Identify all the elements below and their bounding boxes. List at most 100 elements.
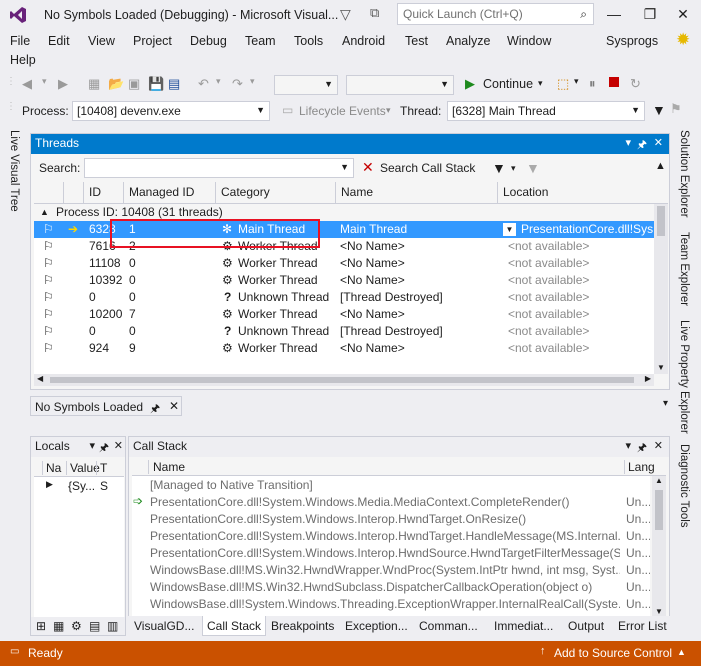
thread-row[interactable]: ⚐ 924 9 ⚙ Worker Thread <No Name> <not a… bbox=[34, 340, 654, 357]
tab-output[interactable]: Output bbox=[564, 616, 608, 636]
add-to-source-control-button[interactable]: Add to Source Control bbox=[554, 646, 672, 660]
memory-tab-icon[interactable]: ▥ bbox=[107, 619, 118, 633]
new-project-icon[interactable]: ▦ bbox=[88, 76, 100, 92]
restart-icon[interactable]: ↻ bbox=[630, 76, 641, 92]
scroll-right-icon[interactable]: ▶ bbox=[645, 374, 651, 383]
column-type[interactable]: T bbox=[96, 461, 107, 475]
source-control-dropdown-icon[interactable]: ▲ bbox=[677, 647, 686, 657]
back-icon[interactable]: ◀ bbox=[22, 76, 32, 92]
configuration-dropdown[interactable]: ▼ bbox=[274, 75, 338, 95]
autos-tab-icon[interactable]: ⊞ bbox=[36, 619, 46, 633]
menu-test[interactable]: Test bbox=[405, 34, 428, 48]
thread-row[interactable]: ⚐ 10200 7 ⚙ Worker Thread <No Name> <not… bbox=[34, 306, 654, 323]
flag-icon[interactable]: ⚐ bbox=[43, 324, 54, 338]
call-stack-row[interactable]: WindowsBase.dll!MS.Win32.HwndSubclass.Di… bbox=[132, 579, 650, 596]
locals-row[interactable]: ▶ {Sy... S bbox=[34, 479, 124, 495]
undo-dropdown-icon[interactable]: ▾ bbox=[216, 76, 221, 87]
tab-visualgdb[interactable]: VisualGD... bbox=[130, 616, 198, 636]
scroll-up-icon[interactable]: ▲ bbox=[655, 476, 663, 485]
filter-icon[interactable]: ▼ bbox=[492, 160, 506, 176]
column-location[interactable]: Location bbox=[498, 182, 654, 204]
thread-row[interactable]: ⚐ 10392 0 ⚙ Worker Thread <No Name> <not… bbox=[34, 272, 654, 289]
team-explorer-tab[interactable]: Team Explorer bbox=[678, 232, 690, 306]
solution-explorer-tab[interactable]: Solution Explorer bbox=[678, 130, 690, 218]
close-icon[interactable]: ✕ bbox=[169, 399, 179, 413]
location-dropdown-icon[interactable]: ▼ bbox=[503, 223, 516, 236]
close-icon[interactable]: ✕ bbox=[654, 136, 663, 149]
debug-target-dropdown-icon[interactable]: ▾ bbox=[574, 76, 579, 87]
minimize-button[interactable]: — bbox=[596, 4, 632, 26]
column-value[interactable]: Value bbox=[66, 461, 100, 475]
menu-view[interactable]: View bbox=[88, 34, 115, 48]
flag-icon[interactable]: ⚐ bbox=[43, 341, 54, 355]
flag-icon[interactable]: ⚑ bbox=[670, 101, 682, 117]
arrow-column[interactable] bbox=[64, 182, 84, 204]
save-disk-icon[interactable]: 💾 bbox=[148, 76, 164, 92]
scrollbar-thumb[interactable] bbox=[655, 490, 663, 530]
window-position-icon[interactable]: ▾ bbox=[89, 439, 95, 452]
tab-overflow-icon[interactable]: ▾ bbox=[663, 398, 668, 409]
column-name[interactable]: Na bbox=[42, 461, 61, 475]
call-stack-row[interactable]: PresentationCore.dll!System.Windows.Inte… bbox=[132, 511, 650, 528]
restore-button[interactable]: ❐ bbox=[632, 4, 668, 26]
call-stack-vertical-scrollbar[interactable]: ▲ ▼ bbox=[652, 476, 666, 616]
locals-tab-icon[interactable]: ▦ bbox=[53, 619, 64, 633]
call-stack-row[interactable]: [Managed to Native Transition] bbox=[132, 477, 650, 494]
continue-icon[interactable]: ▶ bbox=[465, 76, 475, 92]
lifecycle-events-button[interactable]: Lifecycle Events bbox=[299, 104, 386, 118]
filter-icon[interactable]: ▽ bbox=[340, 6, 351, 23]
tab-immediate-window[interactable]: Immediat... bbox=[490, 616, 557, 636]
continue-dropdown-icon[interactable]: ▾ bbox=[538, 78, 543, 89]
platform-dropdown[interactable]: ▼ bbox=[346, 75, 454, 95]
scrollbar-thumb[interactable] bbox=[50, 377, 634, 383]
thread-row[interactable]: ⚐ 0 0 ? Unknown Thread [Thread Destroyed… bbox=[34, 289, 654, 306]
close-button[interactable]: ✕ bbox=[665, 4, 701, 26]
menu-android[interactable]: Android bbox=[342, 34, 385, 48]
flag-icon[interactable]: ⚐ bbox=[43, 222, 54, 236]
window-position-icon[interactable]: ▾ bbox=[625, 439, 631, 452]
column-id[interactable]: ID bbox=[84, 182, 124, 204]
scroll-down-icon[interactable]: ▼ bbox=[657, 363, 665, 372]
column-category[interactable]: Category bbox=[216, 182, 336, 204]
tab-exception-settings[interactable]: Exception... bbox=[341, 616, 412, 636]
threads-vertical-scrollbar[interactable]: ▼ bbox=[654, 204, 668, 374]
close-icon[interactable]: ✕ bbox=[114, 439, 123, 452]
live-visual-tree-tab[interactable]: Live Visual Tree bbox=[2, 130, 28, 234]
pin-icon[interactable]: 🖈 bbox=[637, 439, 647, 458]
menu-tools[interactable]: Tools bbox=[294, 34, 323, 48]
diagnostic-tools-tab[interactable]: Diagnostic Tools bbox=[678, 444, 690, 528]
flag-icon[interactable]: ⚐ bbox=[43, 256, 54, 270]
tab-error-list[interactable]: Error List bbox=[614, 616, 671, 636]
thread-dropdown[interactable]: [6328] Main Thread ▼ bbox=[447, 101, 645, 121]
no-symbols-tab[interactable]: No Symbols Loaded 🖈 ✕ bbox=[30, 396, 182, 416]
call-stack-row[interactable]: ➩ PresentationCore.dll!System.Windows.Me… bbox=[132, 494, 650, 511]
pin-icon[interactable]: 🖈 bbox=[637, 136, 647, 155]
menu-window[interactable]: Window bbox=[507, 34, 551, 48]
feedback-icon[interactable]: ⧉ bbox=[370, 5, 379, 21]
user-name[interactable]: Sysprogs bbox=[606, 34, 658, 48]
pin-icon[interactable]: 🖈 bbox=[150, 400, 160, 419]
open-folder-icon[interactable]: 📂 bbox=[108, 76, 124, 92]
flag-icon[interactable]: ⚐ bbox=[43, 307, 54, 321]
call-stack-row[interactable]: PresentationCore.dll!System.Windows.Inte… bbox=[132, 545, 650, 562]
filter-dropdown-icon[interactable]: ▾ bbox=[511, 163, 516, 174]
thread-filter-icon[interactable]: ▼ bbox=[652, 102, 666, 118]
debug-target-icon[interactable]: ⬚ bbox=[557, 76, 569, 92]
column-name[interactable]: Name bbox=[148, 460, 622, 474]
menu-edit[interactable]: Edit bbox=[48, 34, 70, 48]
flag-icon[interactable]: ⚐ bbox=[43, 290, 54, 304]
continue-button[interactable]: Continue bbox=[483, 77, 533, 91]
menu-analyze[interactable]: Analyze bbox=[446, 34, 490, 48]
modules-tab-icon[interactable]: ▤ bbox=[89, 619, 100, 633]
menu-file[interactable]: File bbox=[10, 34, 30, 48]
window-position-icon[interactable]: ▾ bbox=[625, 136, 631, 149]
break-all-icon[interactable]: ⏸ bbox=[589, 76, 596, 92]
tab-call-stack[interactable]: Call Stack bbox=[202, 616, 267, 636]
save-icon[interactable]: ▣ bbox=[128, 76, 140, 92]
redo-icon[interactable]: ↷ bbox=[232, 76, 243, 92]
watch-tab-icon[interactable]: ⚙ bbox=[71, 619, 82, 633]
menu-project[interactable]: Project bbox=[133, 34, 172, 48]
quick-launch-input[interactable]: Quick Launch (Ctrl+Q) ⌕ bbox=[397, 3, 594, 25]
live-property-explorer-tab[interactable]: Live Property Explorer bbox=[678, 320, 690, 434]
thread-row[interactable]: ⚐ 11108 0 ⚙ Worker Thread <No Name> <not… bbox=[34, 255, 654, 272]
